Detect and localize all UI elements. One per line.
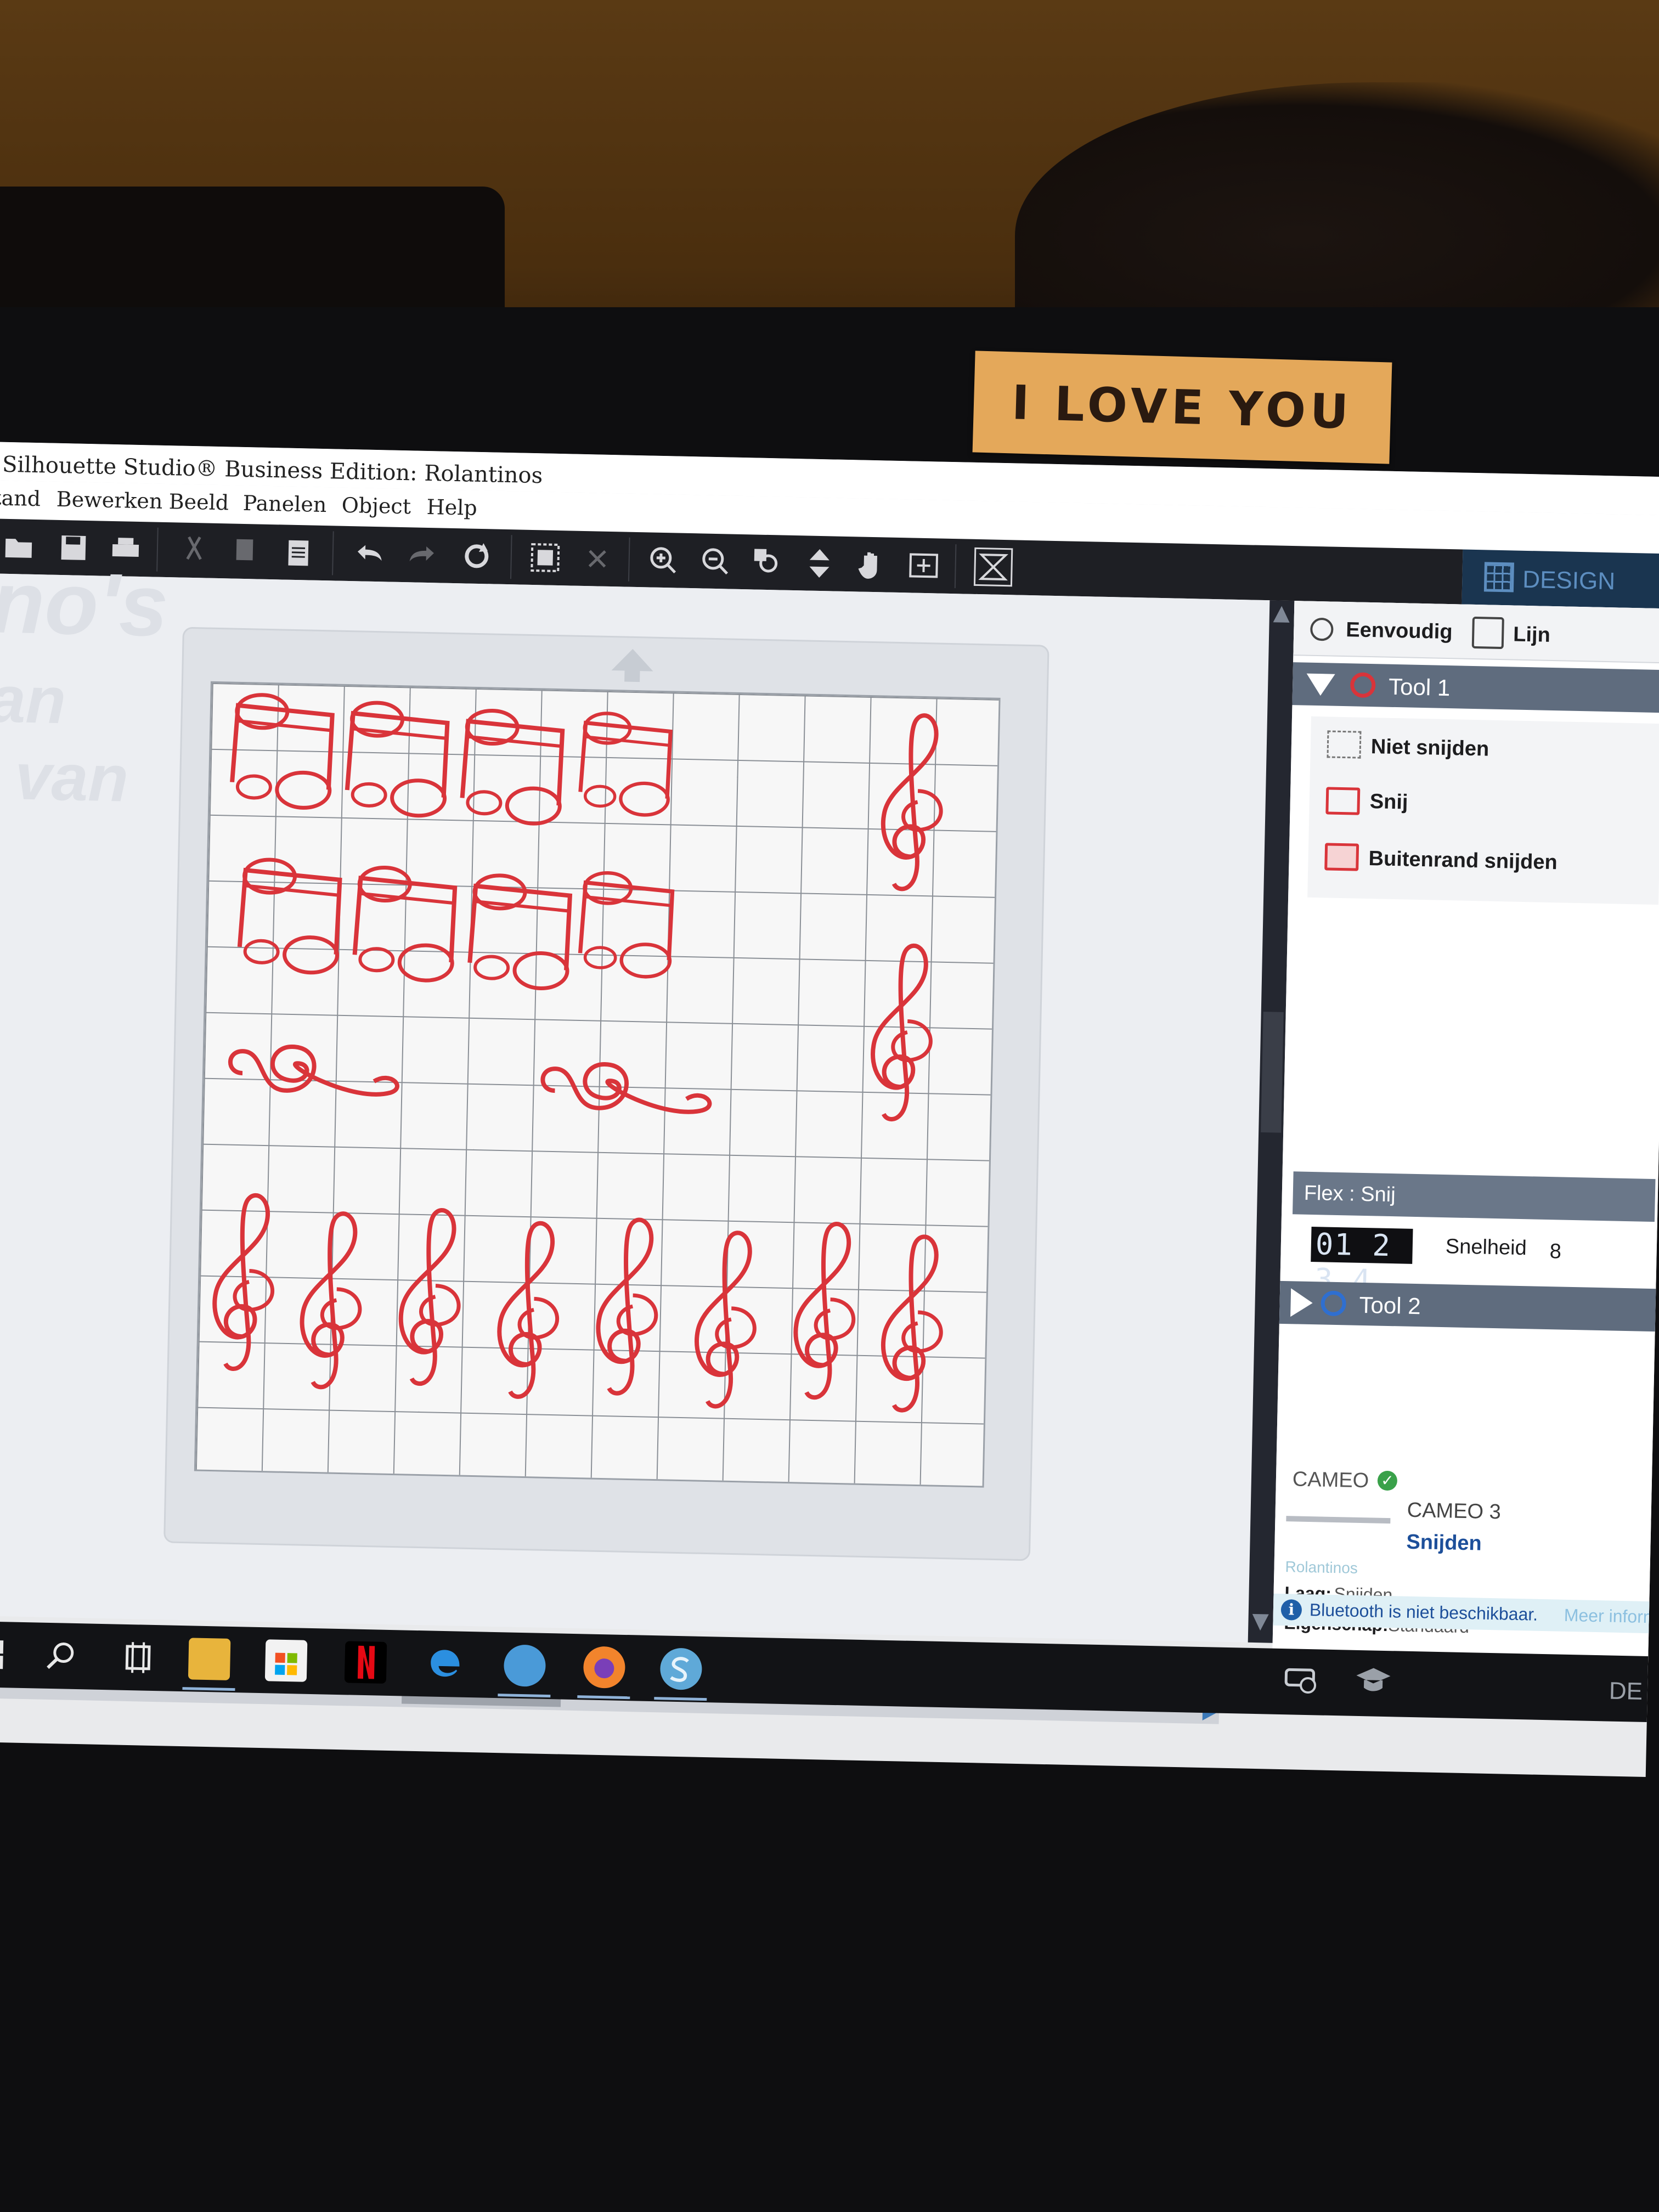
collapse-icon <box>1306 673 1335 696</box>
device-image <box>1286 1516 1391 1524</box>
menu-view[interactable]: Beeld <box>168 489 229 515</box>
grid-icon <box>1483 562 1514 592</box>
tool1-label: Tool 1 <box>1388 673 1451 701</box>
bottom-right-label: DE <box>1609 1677 1643 1705</box>
device-action[interactable]: Snijden <box>1406 1531 1482 1556</box>
store-icon[interactable] <box>264 1639 308 1682</box>
bluetooth-link[interactable]: Meer inform <box>1564 1605 1657 1628</box>
ghost-text: van <box>14 740 129 816</box>
document-name: Rolantinos <box>1285 1558 1358 1577</box>
nest-icon[interactable] <box>973 547 1013 587</box>
refresh-icon[interactable] <box>461 540 492 572</box>
file-explorer-icon[interactable] <box>188 1638 231 1680</box>
material-setting[interactable]: Flex : Snij <box>1293 1171 1656 1222</box>
sticker-label: I LOVE YOU <box>972 351 1392 464</box>
mode-simple-label[interactable]: Eenvoudig <box>1346 618 1453 644</box>
material-label: Flex : Snij <box>1304 1181 1396 1207</box>
mode-line-label[interactable]: Lijn <box>1513 623 1550 647</box>
pan-hand-icon[interactable] <box>856 549 887 580</box>
menu-edit[interactable]: Bewerken <box>56 487 162 514</box>
menu-help[interactable]: Help <box>426 495 477 520</box>
tool2-header[interactable]: Tool 2 <box>1279 1280 1659 1332</box>
load-direction-arrow-icon <box>611 648 654 672</box>
start-icon[interactable] <box>0 1633 11 1676</box>
toolbar-separator <box>332 531 334 575</box>
line-mode-icon[interactable] <box>1471 616 1504 650</box>
cut-icon <box>1325 787 1361 815</box>
ghost-text: an <box>0 662 67 738</box>
device-label: CAMEO <box>1292 1468 1369 1493</box>
copy-icon[interactable] <box>230 535 262 567</box>
option-cut[interactable]: Snij <box>1369 790 1408 814</box>
cut-edge-icon <box>1324 843 1359 871</box>
firefox-icon[interactable] <box>583 1646 626 1689</box>
deselect-icon[interactable] <box>582 543 613 574</box>
active-indicator <box>654 1697 707 1701</box>
speed-label: Snelheid <box>1445 1235 1527 1260</box>
paste-icon[interactable] <box>283 537 314 568</box>
silhouette-icon[interactable] <box>659 1647 703 1690</box>
no-cut-icon <box>1327 730 1362 759</box>
scroll-up-icon[interactable] <box>1273 606 1290 623</box>
fit-page-icon[interactable] <box>908 550 939 581</box>
search-icon[interactable] <box>40 1635 83 1678</box>
cut-design <box>196 683 1002 1489</box>
select-all-icon[interactable] <box>529 542 561 573</box>
send-panel: Eenvoudig Lijn Tool 1 Niet snijden Snij … <box>1272 601 1659 1668</box>
redo-icon[interactable] <box>406 539 437 571</box>
bluetooth-text: Bluetooth is niet beschikbaar. <box>1309 1600 1538 1624</box>
blade-depth-display[interactable]: 01 2 3 4 <box>1311 1227 1413 1297</box>
menu-panels[interactable]: Panelen <box>242 491 326 517</box>
toolbar-separator <box>628 537 630 582</box>
scrollbar-thumb[interactable] <box>1261 1012 1284 1133</box>
zoom-out-icon[interactable] <box>699 545 731 577</box>
active-indicator <box>182 1687 235 1691</box>
menu-object[interactable]: Object <box>341 493 411 519</box>
task-view-icon[interactable] <box>117 1637 160 1679</box>
cutting-mat-frame <box>163 627 1049 1561</box>
background-object <box>0 187 505 313</box>
active-indicator <box>577 1695 630 1700</box>
connected-check-icon: ✓ <box>1377 1470 1398 1491</box>
cut-icon[interactable] <box>178 535 210 566</box>
netflix-icon[interactable] <box>344 1641 387 1684</box>
device-model[interactable]: CAMEO 3 <box>1407 1499 1501 1525</box>
send-icon[interactable] <box>1283 1660 1322 1699</box>
info-icon: i <box>1280 1599 1302 1621</box>
tool2-label: Tool 2 <box>1359 1291 1421 1319</box>
speed-value[interactable]: 8 <box>1549 1240 1561 1263</box>
zoom-fit-icon[interactable] <box>752 546 783 578</box>
scroll-down-icon[interactable] <box>1252 1613 1269 1631</box>
monitor-screen: Silhouette Studio® Business Edition: Rol… <box>0 442 1659 1777</box>
design-tab-label: DESIGN <box>1522 566 1616 595</box>
menu-file[interactable]: stand <box>0 486 41 511</box>
move-down-icon[interactable] <box>804 548 835 579</box>
toolbar-separator <box>954 544 957 589</box>
tutorial-icon[interactable] <box>1354 1661 1393 1700</box>
option-no-cut[interactable]: Niet snijden <box>1370 735 1489 761</box>
tool1-color-icon <box>1350 672 1376 698</box>
ghost-text: no's <box>0 552 170 655</box>
tool2-color-icon <box>1321 1290 1347 1317</box>
design-tab[interactable]: DESIGN <box>1462 549 1659 609</box>
photo-scene: I LOVE YOU Silhouette Studio® Business E… <box>0 0 1659 2212</box>
mode-selector: Eenvoudig Lijn <box>1293 601 1659 664</box>
design-workspace[interactable]: no's an van <box>0 552 1270 1724</box>
undo-icon[interactable] <box>354 538 385 569</box>
radio-simple[interactable] <box>1310 617 1334 641</box>
toolbar-separator <box>510 535 512 579</box>
option-cut-edge[interactable]: Buitenrand snijden <box>1368 847 1558 874</box>
edge-icon[interactable] <box>424 1643 467 1685</box>
cutting-mat[interactable] <box>194 681 1001 1488</box>
zoom-in-icon[interactable] <box>647 544 679 575</box>
mail-icon[interactable] <box>503 1644 546 1687</box>
tool1-header[interactable]: Tool 1 <box>1292 662 1659 713</box>
expand-icon <box>1290 1288 1313 1318</box>
active-indicator <box>498 1694 551 1698</box>
cut-options: Niet snijden Snij Buitenrand snijden <box>1307 716 1659 905</box>
